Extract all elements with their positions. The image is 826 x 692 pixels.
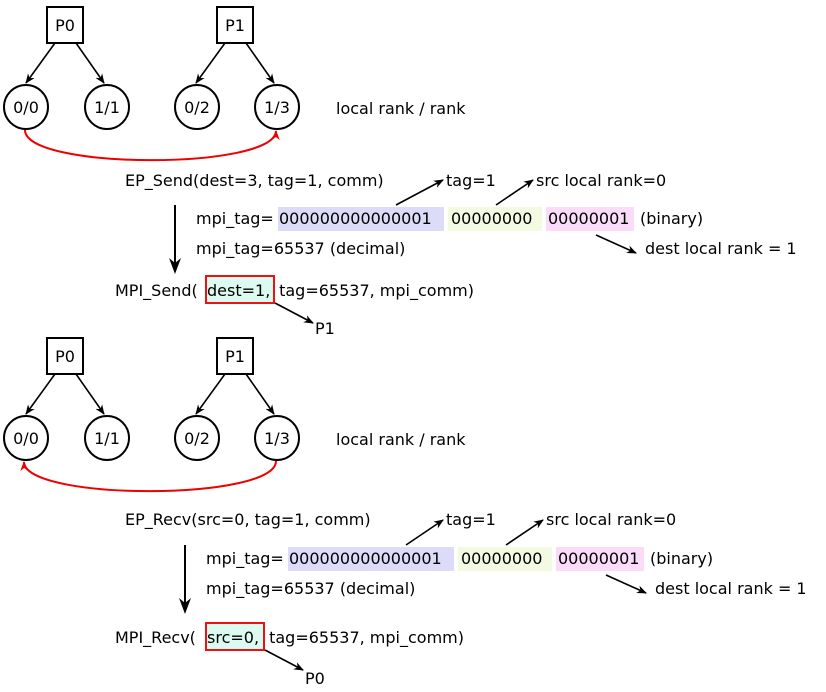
arrow-icon [395, 179, 444, 206]
arrow-icon [245, 42, 275, 84]
arrow-icon [25, 42, 56, 84]
rank-label: 1/3 [264, 429, 290, 448]
tag-note: tag=1 [446, 510, 496, 529]
rank-node-0-2: 0/2 [174, 84, 220, 130]
tag-note: tag=1 [446, 171, 496, 190]
mpi-send-highlight: dest=1, [207, 281, 270, 300]
recv-target-note: P0 [305, 669, 325, 688]
mpi-tag-prefix: mpi_tag= [206, 549, 284, 569]
arrow-icon [245, 373, 275, 415]
src-bits: 00000000 [451, 209, 532, 228]
send-section: P0 0/0 1/1 P1 0/2 1/3 local rank / rank [3, 6, 797, 338]
mpi-tag-decimal: mpi_tag=65537 (decimal) [206, 579, 415, 599]
arrow-icon [195, 373, 226, 415]
send-link-arrow-icon [24, 129, 280, 162]
recv-link-arrow-icon [20, 460, 277, 493]
mpi-send-prefix: MPI_Send( [115, 281, 198, 301]
process-label: P0 [55, 347, 75, 366]
rank-label: 0/2 [184, 98, 210, 117]
arrow-icon [605, 574, 647, 594]
process-p1: P1 [216, 337, 254, 375]
binary-suffix: (binary) [640, 209, 703, 228]
mpi-recv-prefix: MPI_Recv( [115, 628, 196, 648]
rank-label: 0/2 [184, 429, 210, 448]
arrow-icon [75, 42, 105, 84]
rank-node-1-1: 1/1 [84, 415, 130, 461]
rank-legend: local rank / rank [336, 99, 466, 118]
mpi-tag-prefix: mpi_tag= [196, 209, 274, 229]
process-label: P1 [225, 347, 245, 366]
rank-node-0-0: 0/0 [3, 415, 49, 461]
tag-bits: 000000000000001 [289, 549, 442, 568]
rank-label: 1/1 [94, 429, 120, 448]
arrow-icon [75, 373, 105, 415]
mpi-recv-suffix: tag=65537, mpi_comm) [264, 628, 464, 648]
recv-section: P0 0/0 1/1 P1 0/2 1/3 local rank / rank [3, 337, 807, 688]
process-p0: P0 [46, 337, 84, 375]
arrow-icon [495, 179, 534, 206]
arrow-icon [25, 373, 56, 415]
process-label: P1 [225, 16, 245, 35]
dest-bits: 00000001 [558, 549, 639, 568]
arrow-icon [264, 649, 304, 671]
rank-label: 0/0 [13, 98, 39, 117]
src-note: src local rank=0 [546, 510, 676, 529]
arrow-icon [505, 519, 544, 546]
ep-recv-call: EP_Recv(src=0, tag=1, comm) [125, 510, 371, 530]
src-bits: 00000000 [461, 549, 542, 568]
process-p1: P1 [216, 6, 254, 44]
dest-note: dest local rank = 1 [655, 579, 807, 598]
rank-label: 0/0 [13, 429, 39, 448]
arrow-icon [595, 234, 637, 254]
send-target-note: P1 [315, 319, 335, 338]
tag-bits: 000000000000001 [279, 209, 432, 228]
rank-node-1-1: 1/1 [84, 84, 130, 130]
arrow-icon [195, 42, 226, 84]
rank-node-1-3: 1/3 [254, 415, 300, 461]
rank-node-1-3: 1/3 [254, 84, 300, 130]
mpi-recv-highlight: src=0, [207, 628, 259, 647]
rank-label: 1/3 [264, 98, 290, 117]
ep-send-call: EP_Send(dest=3, tag=1, comm) [125, 171, 384, 191]
ep-mpi-mapping-diagram: P0 0/0 1/1 P1 0/2 1/3 local rank / rank [3, 6, 807, 688]
mpi-tag-decimal: mpi_tag=65537 (decimal) [196, 239, 405, 259]
rank-node-0-2: 0/2 [174, 415, 220, 461]
mpi-send-suffix: tag=65537, mpi_comm) [274, 281, 474, 301]
rank-legend: local rank / rank [336, 430, 466, 449]
rank-label: 1/1 [94, 98, 120, 117]
rank-node-0-0: 0/0 [3, 84, 49, 130]
arrow-icon [274, 302, 314, 324]
dest-note: dest local rank = 1 [645, 239, 797, 258]
arrow-icon [405, 519, 444, 546]
process-p0: P0 [46, 6, 84, 44]
src-note: src local rank=0 [536, 171, 666, 190]
process-label: P0 [55, 16, 75, 35]
dest-bits: 00000001 [548, 209, 629, 228]
binary-suffix: (binary) [650, 549, 713, 568]
